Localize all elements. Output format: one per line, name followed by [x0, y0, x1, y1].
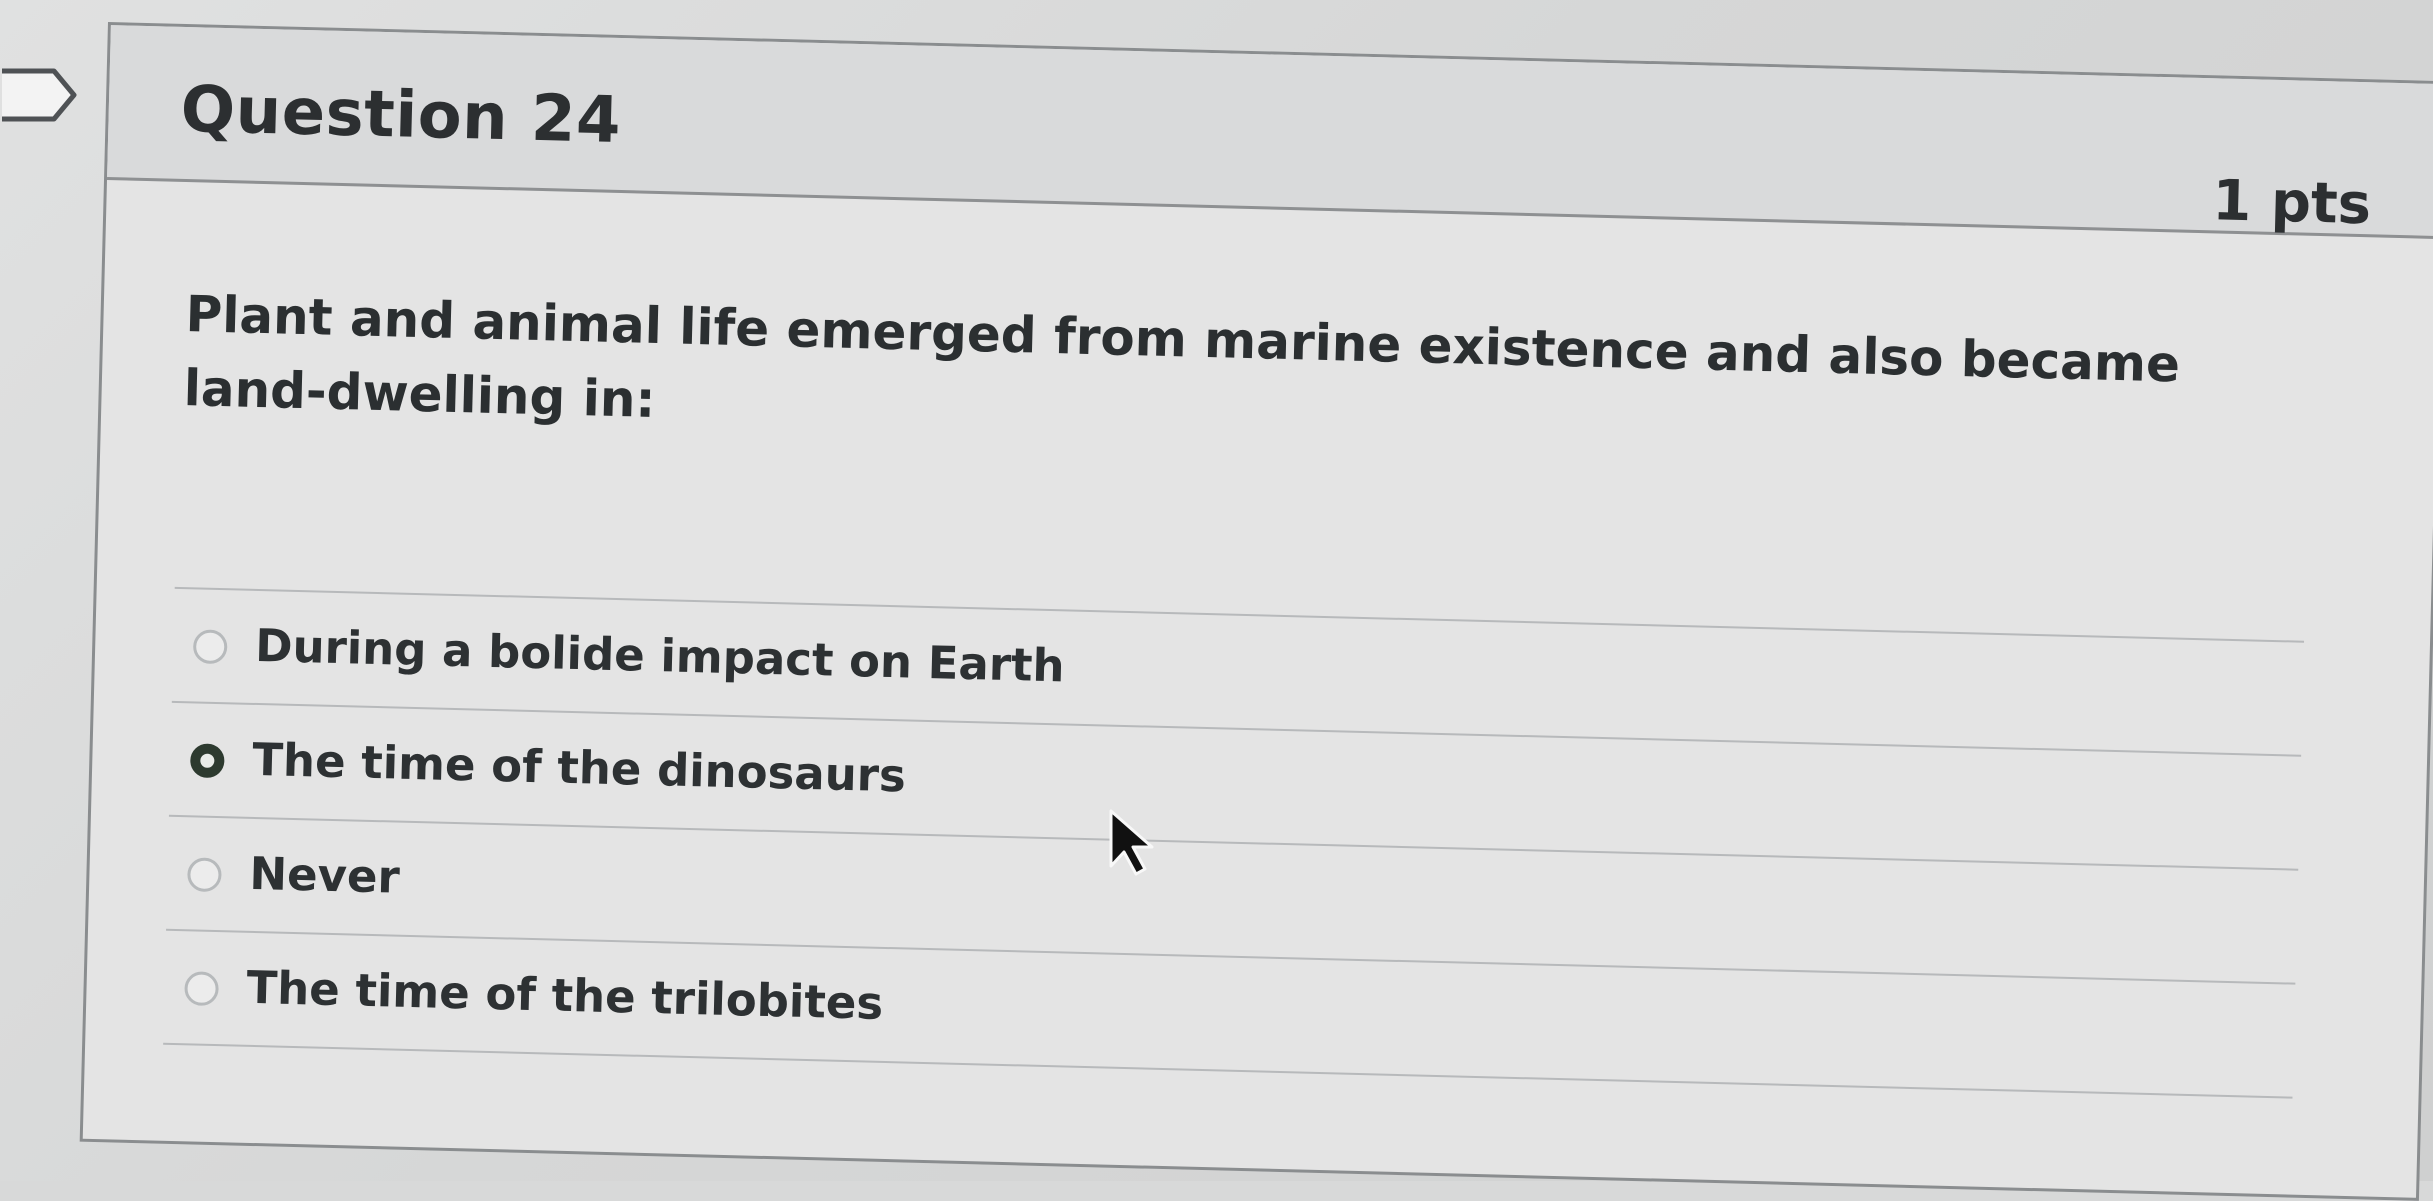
answer-label[interactable]: During a bolide impact on Earth [255, 619, 1066, 692]
question-points: 1 pts [2211, 168, 2372, 238]
question-text: Plant and animal life emerged from marin… [183, 285, 2181, 429]
mouse-pointer-icon [1109, 809, 1154, 876]
answer-label[interactable]: The time of the dinosaurs [252, 733, 907, 803]
answer-label[interactable]: The time of the trilobites [246, 961, 884, 1030]
answer-label[interactable]: Never [249, 847, 401, 904]
answer-list: During a bolide impact on Earth The time… [163, 586, 2305, 1099]
flag-icon[interactable] [0, 66, 78, 124]
question-title: Question 24 [179, 72, 622, 159]
radio-button-icon[interactable] [184, 971, 219, 1007]
radio-button-icon[interactable] [187, 857, 222, 893]
radio-button-selected-icon[interactable] [189, 743, 225, 779]
question-card: Question 24 1 pts Plant and animal life … [79, 22, 2433, 1201]
radio-button-icon[interactable] [192, 629, 228, 665]
